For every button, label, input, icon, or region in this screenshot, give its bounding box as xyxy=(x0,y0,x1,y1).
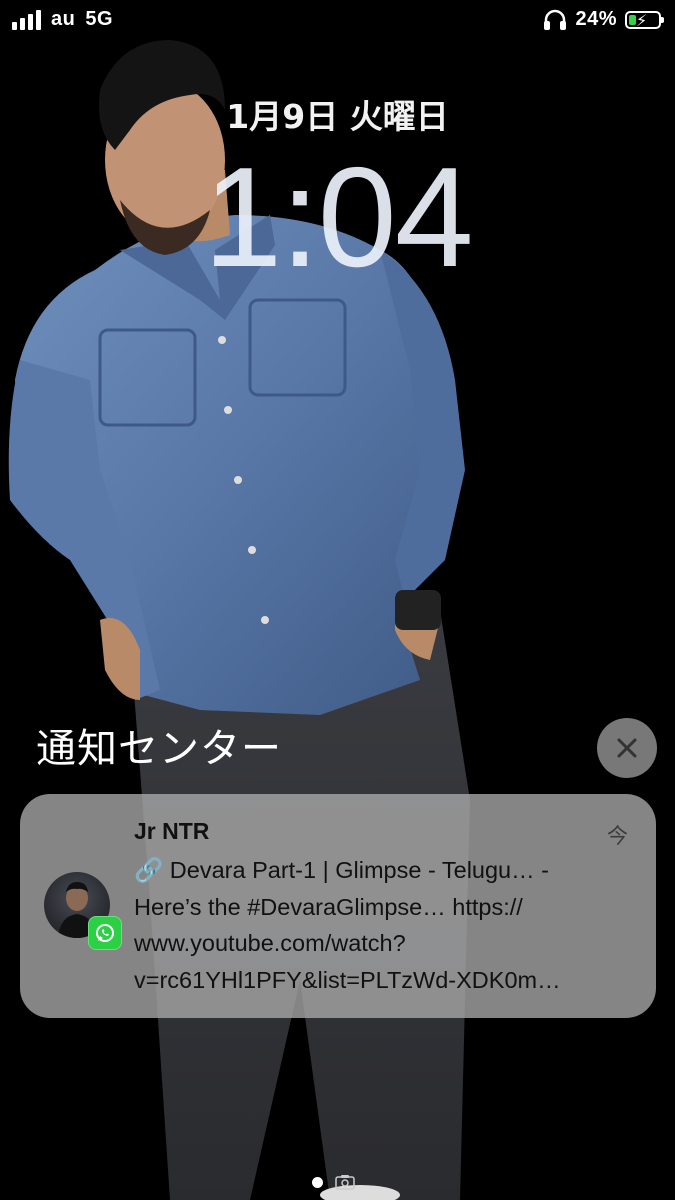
whatsapp-icon xyxy=(88,916,122,950)
camera-icon[interactable] xyxy=(335,1174,355,1190)
lock-date: 1月9日 火曜日 xyxy=(226,97,449,136)
notification-sender: Jr NTR xyxy=(134,818,210,844)
status-bar: au 5G 24% ⚡ xyxy=(0,0,675,44)
page-indicator xyxy=(312,1174,355,1190)
close-button[interactable] xyxy=(597,718,657,778)
notification-body-line: www.youtube.com/watch? xyxy=(134,930,406,956)
notification-time: 今 xyxy=(607,824,628,848)
carrier-label: au xyxy=(51,8,76,30)
notification-body: 🔗 Devara Part-1 | Glimpse - Telugu… - He… xyxy=(134,852,634,998)
signal-icon xyxy=(12,9,41,30)
close-icon xyxy=(617,738,637,758)
battery-charging-icon: ⚡ xyxy=(625,10,664,30)
headphones-icon xyxy=(544,9,567,30)
notification-center-title: 通知センター xyxy=(36,726,282,772)
notification-body-line: 🔗 Devara Part-1 | Glimpse - Telugu… - xyxy=(134,857,549,883)
notification-body-line: Here’s the #DevaraGlimpse… https:// xyxy=(134,893,523,920)
notification-body-line: v=rc61YHl1PFY&list=PLTzWd-XDK0m… xyxy=(134,966,561,993)
battery-percent: 24% xyxy=(575,8,617,30)
page-dot xyxy=(312,1176,323,1188)
lock-time: 1:04 xyxy=(203,138,473,297)
notification-card[interactable]: Jr NTR 今 🔗 Devara Part-1 | Glimpse - Tel… xyxy=(20,794,656,1018)
network-label: 5G xyxy=(85,8,114,30)
